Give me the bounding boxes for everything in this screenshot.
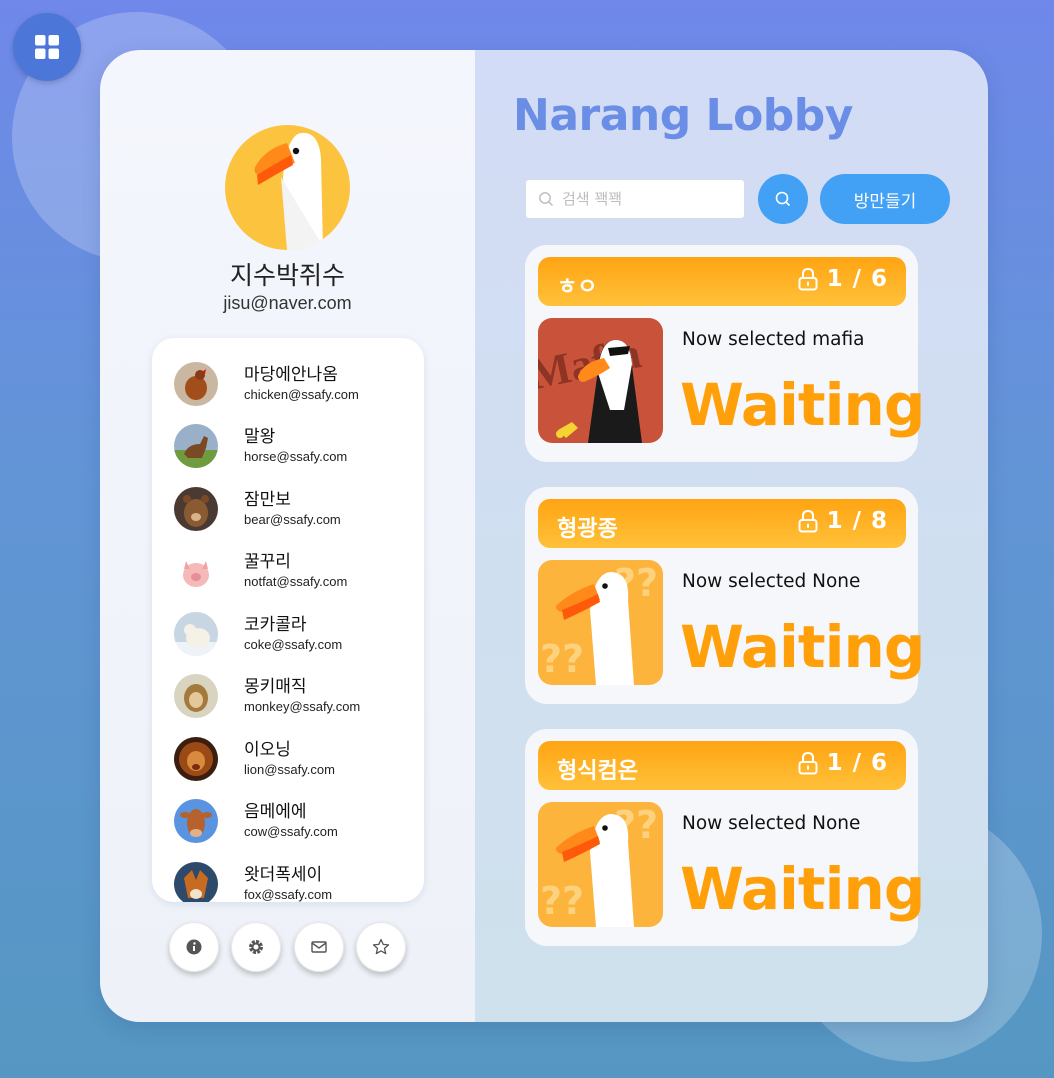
friend-name: 잠만보 [244,490,291,509]
gear-icon [249,940,263,954]
friend-email: fox@ssafy.com [244,887,333,902]
grid-icon [35,35,59,59]
friend-email: lion@ssafy.com [244,762,335,777]
friend-email: horse@ssafy.com [244,449,348,464]
profile-email: jisu@naver.com [223,293,352,313]
favorites-button[interactable] [356,922,406,972]
lock-icon [798,267,818,291]
room-header: 형식컴온 1 / 6 [538,741,906,790]
room-status: Waiting [680,855,925,923]
search-button[interactable] [758,174,808,224]
friend-item[interactable]: 왓더폭세이 fox@ssafy.com [174,860,414,902]
friend-item[interactable]: 꿀꾸리 notfat@ssafy.com [174,547,414,595]
room-player-count: 1 / 8 [826,508,888,534]
room-header: 형광종 1 / 8 [538,499,906,548]
pig-avatar [174,549,218,593]
polar-bear-avatar [174,612,218,656]
room-thumbnail: Mafia [538,318,663,443]
room-card[interactable]: 형식컴온 1 / 6 ?? ?? Now selected None Waiti… [525,729,925,946]
horse-avatar [174,424,218,468]
search-icon [539,192,553,206]
friend-email: cow@ssafy.com [244,824,338,839]
room-header: ㅎㅇ 1 / 6 [538,257,906,306]
search-input[interactable] [562,190,732,208]
friend-item[interactable]: 코카콜라 coke@ssafy.com [174,610,414,658]
friend-email: chicken@ssafy.com [244,387,359,402]
friend-item[interactable]: 마당에안나옴 chicken@ssafy.com [174,360,414,408]
search-box[interactable] [526,180,744,218]
menu-button[interactable] [13,13,81,81]
svg-text:??: ?? [540,879,584,923]
friend-email: coke@ssafy.com [244,637,343,652]
room-thumbnail: ?? ?? [538,560,663,685]
monkey-avatar [174,674,218,718]
lion-avatar [174,737,218,781]
fox-avatar [174,862,218,902]
friend-name: 음메에에 [244,802,307,821]
lobby-panel: Narang Lobby 방만들기 ㅎㅇ 1 / 6 Mafia [475,50,988,1022]
mail-icon [311,941,327,953]
friend-name: 마당에안나옴 [244,365,338,384]
settings-button[interactable] [231,922,281,972]
chicken-avatar [174,362,218,406]
friend-name: 이오닝 [244,740,291,759]
profile-panel: 지수박쥐수 jisu@naver.com 마당에안나옴 chicken@ssafy… [100,50,475,1022]
room-player-count: 1 / 6 [826,750,888,776]
mafia-goose-image: Mafia [538,318,663,443]
info-button[interactable] [169,922,219,972]
room-selected-role: Now selected mafia [682,329,865,350]
room-card[interactable]: 형광종 1 / 8 ?? ?? Now selected None Waitin… [525,487,925,704]
mail-button[interactable] [294,922,344,972]
room-thumbnail: ?? ?? [538,802,663,927]
room-selected-role: Now selected None [682,813,861,834]
friends-list[interactable]: 마당에안나옴 chicken@ssafy.com 말왕 horse@ssafy.co… [152,338,424,902]
room-selected-role: Now selected None [682,571,861,592]
room-name: ㅎㅇ [557,275,598,300]
friend-item[interactable]: 몽키매직 monkey@ssafy.com [174,672,414,720]
lock-icon [798,751,818,775]
room-status: Waiting [680,371,925,439]
make-room-button[interactable]: 방만들기 [820,174,950,224]
lock-icon [798,509,818,533]
friend-name: 코카콜라 [244,615,307,634]
friend-email: notfat@ssafy.com [244,574,348,589]
friend-name: 몽키매직 [244,677,307,696]
cow-avatar [174,799,218,843]
lobby-title: Narang Lobby [513,90,853,141]
room-card[interactable]: ㅎㅇ 1 / 6 Mafia Now selected m [525,245,925,462]
svg-text:??: ?? [540,637,584,681]
friend-item[interactable]: 이오닝 lion@ssafy.com [174,735,414,783]
friend-item[interactable]: 잠만보 bear@ssafy.com [174,485,414,533]
goose-avatar-image [254,132,325,250]
profile-avatar [225,125,350,250]
friend-email: bear@ssafy.com [244,512,341,527]
friend-email: monkey@ssafy.com [244,699,361,714]
room-status: Waiting [680,613,925,681]
friend-item[interactable]: 말왕 horse@ssafy.com [174,422,414,470]
friend-name: 왓더폭세이 [244,865,323,884]
search-icon [775,191,791,207]
bear-avatar [174,487,218,531]
profile-name: 지수박쥐수 [229,262,345,290]
question-goose-image: ?? ?? [538,802,663,927]
main-card: 지수박쥐수 jisu@naver.com 마당에안나옴 chicken@ssafy… [100,50,988,1022]
room-name: 형식컴온 [557,759,638,784]
room-name: 형광종 [557,517,618,542]
room-player-count: 1 / 6 [826,266,888,292]
star-icon [372,938,390,955]
info-icon [186,939,202,955]
friend-item[interactable]: 음메에에 cow@ssafy.com [174,797,414,845]
friend-name: 꿀꾸리 [244,552,291,571]
friend-name: 말왕 [244,427,276,446]
question-goose-image: ?? ?? [538,560,663,685]
